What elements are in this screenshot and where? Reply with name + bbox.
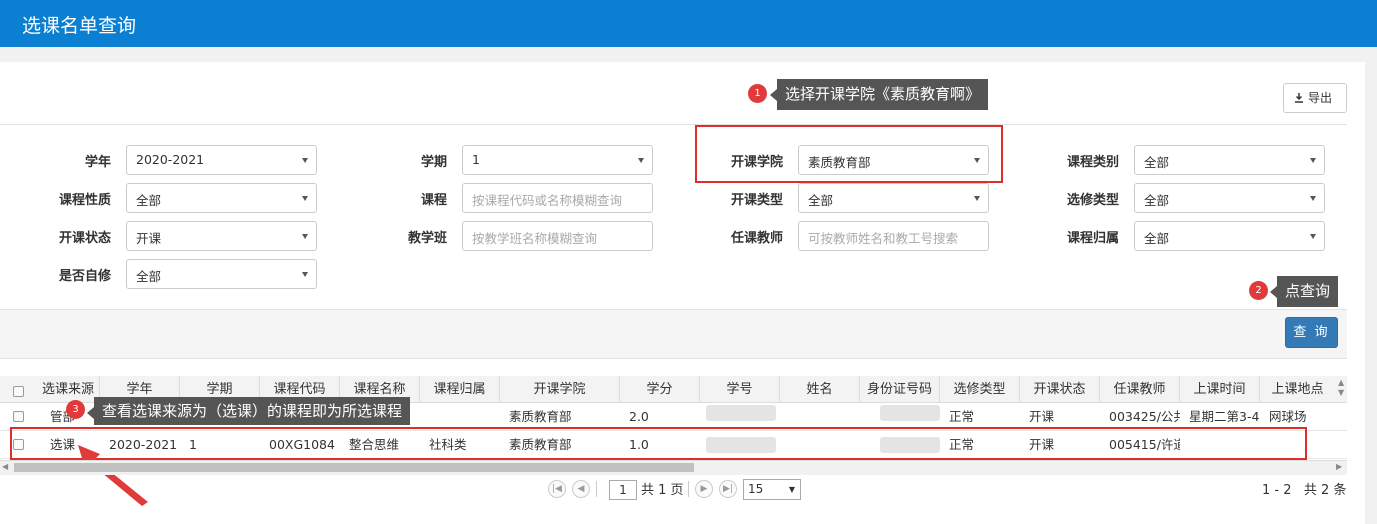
- chevron-down-icon: [1310, 196, 1316, 201]
- label-kclb: 课程类别: [1066, 155, 1119, 170]
- row-checkbox[interactable]: [13, 411, 24, 422]
- select-xxlx[interactable]: 全部: [1134, 183, 1325, 213]
- first-page-icon[interactable]: |◀: [548, 480, 566, 498]
- col-header[interactable]: 上课时间: [1180, 376, 1260, 403]
- select-xq-value: 1: [472, 152, 480, 167]
- export-button[interactable]: 导出: [1283, 83, 1347, 113]
- arrow-annotation-icon: [78, 445, 148, 506]
- prev-page-icon[interactable]: ◀: [572, 480, 590, 498]
- select-sfzx[interactable]: 全部: [126, 259, 317, 289]
- record-range-text: 1 - 2 共 2 条: [1262, 479, 1346, 501]
- export-icon: [1295, 93, 1303, 103]
- last-page-icon[interactable]: ▶|: [719, 480, 737, 498]
- label-kc: 课程: [420, 193, 447, 208]
- chevron-down-icon: [974, 196, 980, 201]
- page-title: 选课名单查询: [22, 15, 137, 37]
- col-header[interactable]: 姓名: [780, 376, 860, 403]
- select-all-checkbox[interactable]: [13, 386, 24, 397]
- select-kcgs[interactable]: 全部: [1134, 221, 1325, 251]
- col-header[interactable]: 课程归属: [420, 376, 500, 403]
- pager-divider: [688, 481, 689, 497]
- course-search-input[interactable]: 按课程代码或名称模糊查询: [462, 183, 653, 213]
- callout-1: 选择开课学院《素质教育啊》: [769, 79, 989, 110]
- label-kklx: 开课类型: [730, 193, 783, 208]
- callout-3: 查看选课来源为（选课）的课程即为所选课程: [86, 397, 411, 425]
- chevron-down-icon: [302, 196, 308, 201]
- label-rkjs: 任课教师: [730, 231, 783, 246]
- select-kclb-value: 全部: [1144, 155, 1170, 170]
- select-kklx[interactable]: 全部: [798, 183, 989, 213]
- callout-2-badge: 2: [1249, 281, 1268, 300]
- label-sfzx: 是否自修: [58, 269, 111, 284]
- label-kkzt: 开课状态: [58, 231, 111, 246]
- record-total: 共 2 条: [1303, 483, 1347, 498]
- page-count-text: 共 1 页: [641, 483, 684, 498]
- pager-divider: [596, 481, 597, 497]
- page-size-value: 15: [748, 482, 764, 496]
- callout-3-badge: 3: [66, 400, 85, 419]
- label-xn: 学年: [84, 155, 111, 170]
- highlight-box-college: [695, 125, 1003, 183]
- col-header[interactable]: 学分: [620, 376, 700, 403]
- query-button[interactable]: 查 询: [1285, 317, 1338, 348]
- select-kcgs-value: 全部: [1144, 231, 1170, 246]
- chevron-down-icon: [302, 272, 308, 277]
- chevron-down-icon: [1310, 234, 1316, 239]
- label-jxb: 教学班: [407, 231, 447, 246]
- col-header[interactable]: 选修类型: [940, 376, 1020, 403]
- page-number-input[interactable]: 1: [609, 480, 637, 500]
- col-header[interactable]: 上课地点: [1260, 376, 1335, 403]
- select-kkzt-value: 开课: [136, 231, 162, 246]
- select-xn[interactable]: 2020-2021: [126, 145, 317, 175]
- col-header[interactable]: 任课教师: [1100, 376, 1180, 403]
- col-header[interactable]: 开课状态: [1020, 376, 1100, 403]
- redacted-student-id: [706, 405, 776, 421]
- col-header[interactable]: 学号: [700, 376, 780, 403]
- select-xn-value: 2020-2021: [136, 152, 205, 167]
- label-kcxz: 课程性质: [58, 193, 111, 208]
- select-kclb[interactable]: 全部: [1134, 145, 1325, 175]
- select-kkzt[interactable]: 开课: [126, 221, 317, 251]
- highlight-box-row: [10, 427, 1307, 460]
- scroll-right-icon[interactable]: ▶: [1336, 462, 1342, 471]
- select-xxlx-value: 全部: [1144, 193, 1170, 208]
- label-kcgs: 课程归属: [1066, 231, 1119, 246]
- chevron-down-icon: [1310, 158, 1316, 163]
- callout-2: 点查询: [1269, 276, 1339, 307]
- redacted-id-number: [880, 405, 940, 421]
- chevron-down-icon: [638, 158, 644, 163]
- scroll-left-icon[interactable]: ◀: [2, 462, 8, 471]
- record-range: 1 - 2: [1262, 483, 1292, 498]
- teacher-search-input[interactable]: 可按教师姓名和教工号搜索: [798, 221, 989, 251]
- page-size-select[interactable]: 15 ▼: [743, 479, 801, 500]
- select-kklx-value: 全部: [808, 193, 834, 208]
- col-header[interactable]: 身份证号码: [860, 376, 940, 403]
- next-page-icon[interactable]: ▶: [695, 480, 713, 498]
- label-xxlx: 选修类型: [1066, 193, 1119, 208]
- top-bar: 选课名单查询: [0, 0, 1377, 47]
- callout-1-badge: 1: [748, 84, 767, 103]
- class-search-input[interactable]: 按教学班名称模糊查询: [462, 221, 653, 251]
- scrollbar-thumb[interactable]: [14, 463, 694, 472]
- select-kcxz-value: 全部: [136, 193, 162, 208]
- col-header[interactable]: 开课学院: [500, 376, 620, 403]
- select-sfzx-value: 全部: [136, 269, 162, 284]
- scroll-up-icon[interactable]: ▲ ▼: [1338, 378, 1344, 398]
- select-xq[interactable]: 1: [462, 145, 653, 175]
- query-bar: [0, 309, 1347, 359]
- export-label: 导出: [1308, 91, 1333, 105]
- select-kcxz[interactable]: 全部: [126, 183, 317, 213]
- chevron-down-icon: [302, 158, 308, 163]
- chevron-down-icon: ▼: [788, 485, 795, 494]
- label-xq: 学期: [420, 155, 447, 170]
- col-header[interactable]: 选课来源: [37, 376, 100, 403]
- chevron-down-icon: [302, 234, 308, 239]
